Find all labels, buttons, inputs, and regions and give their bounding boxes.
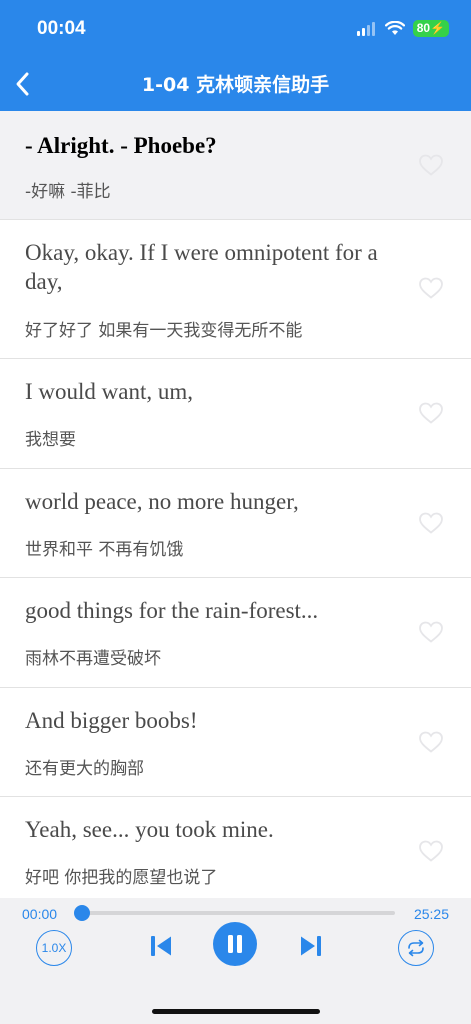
subtitle-english: I would want, um, xyxy=(25,379,194,404)
home-indicator[interactable] xyxy=(152,1009,320,1014)
subtitle-english: - Alright. - Phoebe? xyxy=(25,133,217,158)
battery-level: 80 xyxy=(416,21,431,35)
page-title: 1-04 克林顿亲信助手 xyxy=(141,74,330,96)
repeat-icon xyxy=(408,939,424,957)
current-time: 00:00 xyxy=(22,906,58,922)
subtitle-english: Okay, okay. If I were omnipotent for a d… xyxy=(25,240,378,294)
wifi-icon xyxy=(384,21,405,35)
status-icons: 80⚡ xyxy=(356,20,449,37)
progress-slider[interactable] xyxy=(80,911,395,915)
speed-button[interactable]: 1.0X xyxy=(36,930,72,966)
signal-icon xyxy=(356,21,377,36)
heart-outline-icon[interactable] xyxy=(418,276,444,300)
subtitle-english: good things for the rain-forest... xyxy=(25,598,319,623)
subtitle-row[interactable]: Yeah, see... you took mine. 好吧 你把我的愿望也说了 xyxy=(0,797,471,898)
charging-icon: ⚡ xyxy=(430,21,445,35)
subtitle-row[interactable]: Okay, okay. If I were omnipotent for a d… xyxy=(0,220,471,359)
heart-outline-icon[interactable] xyxy=(418,730,444,754)
subtitle-row[interactable]: And bigger boobs! 还有更大的胸部 xyxy=(0,688,471,797)
heart-outline-icon[interactable] xyxy=(418,620,444,644)
subtitle-row[interactable]: I would want, um, 我想要 xyxy=(0,359,471,469)
app-header: 00:04 80⚡ 1-04 克林顿亲信助手 xyxy=(0,0,471,111)
pause-icon xyxy=(228,935,242,953)
subtitle-row[interactable]: good things for the rain-forest... 雨林不再遭… xyxy=(0,578,471,688)
subtitle-english: Yeah, see... you took mine. xyxy=(25,817,274,842)
subtitle-chinese: 世界和平 不再有饥饿 xyxy=(25,540,184,560)
skip-previous-icon[interactable] xyxy=(150,934,172,958)
heart-outline-icon[interactable] xyxy=(418,401,444,425)
subtitle-chinese: 雨林不再遭受破坏 xyxy=(25,649,161,669)
battery-indicator: 80⚡ xyxy=(412,20,449,37)
heart-outline-icon[interactable] xyxy=(418,839,444,863)
heart-outline-icon[interactable] xyxy=(418,153,444,177)
progress-handle[interactable] xyxy=(74,905,90,921)
subtitle-english: world peace, no more hunger, xyxy=(25,489,299,514)
total-time: 25:25 xyxy=(413,906,449,922)
loop-button[interactable] xyxy=(398,930,434,966)
subtitle-chinese: 好了好了 如果有一天我变得无所不能 xyxy=(25,321,303,341)
status-time: 00:04 xyxy=(37,18,86,39)
speed-label: 1.0X xyxy=(41,941,67,955)
subtitle-english: And bigger boobs! xyxy=(25,708,198,733)
subtitle-chinese: 我想要 xyxy=(25,430,76,450)
skip-next-icon[interactable] xyxy=(300,934,322,958)
subtitle-row[interactable]: world peace, no more hunger, 世界和平 不再有饥饿 xyxy=(0,469,471,578)
subtitle-chinese: -好嘛 -菲比 xyxy=(25,182,111,202)
heart-outline-icon[interactable] xyxy=(418,511,444,535)
subtitle-chinese: 还有更大的胸部 xyxy=(25,759,144,779)
subtitle-row[interactable]: - Alright. - Phoebe? -好嘛 -菲比 xyxy=(0,111,471,220)
subtitle-chinese: 好吧 你把我的愿望也说了 xyxy=(25,868,218,888)
subtitle-list[interactable]: - Alright. - Phoebe? -好嘛 -菲比 Okay, okay.… xyxy=(0,111,471,898)
pause-button[interactable] xyxy=(213,922,257,966)
